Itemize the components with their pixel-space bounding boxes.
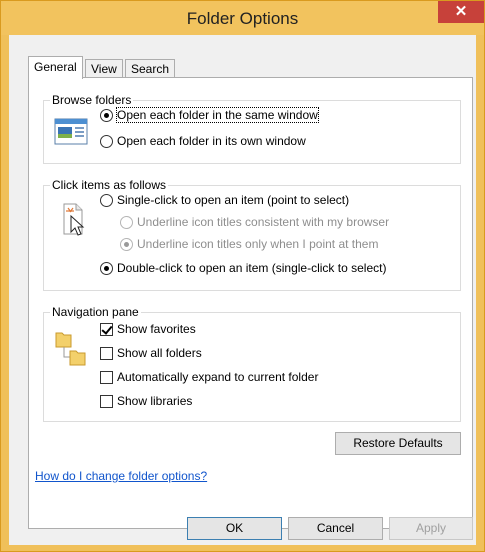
cancel-button[interactable]: Cancel	[288, 517, 383, 540]
dialog-client: General View Search Browse folders Open …	[9, 35, 476, 545]
show-libraries-checkbox[interactable]	[100, 394, 113, 408]
single-click-label: Single-click to open an item (point to s…	[117, 193, 350, 207]
apply-button[interactable]: Apply	[389, 517, 473, 540]
double-click-option[interactable]: Double-click to open an item (single-cli…	[100, 260, 386, 276]
show-favorites-option[interactable]: Show favorites	[100, 321, 196, 337]
open-same-window-radio[interactable]	[100, 108, 113, 122]
show-all-folders-option[interactable]: Show all folders	[100, 345, 202, 361]
tab-view[interactable]: View	[85, 59, 123, 78]
underline-browser-radio[interactable]	[120, 215, 133, 229]
help-link[interactable]: How do I change folder options?	[35, 469, 207, 483]
auto-expand-label: Automatically expand to current folder	[117, 370, 319, 384]
single-click-radio[interactable]	[100, 193, 113, 207]
close-button[interactable]: ✕	[438, 1, 484, 23]
underline-point-label: Underline icon titles only when I point …	[137, 237, 379, 251]
underline-point-radio[interactable]	[120, 237, 133, 251]
underline-browser-label: Underline icon titles consistent with my…	[137, 215, 390, 229]
underline-browser-option[interactable]: Underline icon titles consistent with my…	[120, 214, 389, 230]
underline-point-option[interactable]: Underline icon titles only when I point …	[120, 236, 378, 252]
browse-window-icon	[54, 118, 88, 145]
title-bar[interactable]: Folder Options ✕	[1, 1, 484, 35]
show-favorites-checkbox[interactable]	[100, 322, 113, 336]
show-favorites-label: Show favorites	[117, 322, 196, 336]
show-libraries-option[interactable]: Show libraries	[100, 393, 192, 409]
show-all-folders-checkbox[interactable]	[100, 346, 113, 360]
double-click-label: Double-click to open an item (single-cli…	[117, 261, 387, 275]
auto-expand-option[interactable]: Automatically expand to current folder	[100, 369, 318, 385]
close-icon: ✕	[454, 3, 468, 20]
show-libraries-label: Show libraries	[117, 394, 193, 408]
browse-folders-group: Browse folders Open each folder in the s…	[43, 93, 461, 164]
show-all-folders-label: Show all folders	[117, 346, 202, 360]
tab-general[interactable]: General	[28, 56, 83, 79]
folder-options-window: Folder Options ✕ General View Search Bro…	[0, 0, 485, 552]
open-same-window-option[interactable]: Open each folder in the same window	[100, 107, 319, 123]
click-items-legend: Click items as follows	[50, 178, 169, 192]
ok-button[interactable]: OK	[187, 517, 282, 540]
folder-tree-icon	[55, 332, 86, 366]
single-click-option[interactable]: Single-click to open an item (point to s…	[100, 192, 349, 208]
browse-folders-legend: Browse folders	[50, 93, 134, 107]
pointer-click-icon	[63, 203, 85, 236]
restore-defaults-button[interactable]: Restore Defaults	[335, 432, 461, 455]
open-own-window-radio[interactable]	[100, 134, 113, 148]
open-same-window-label: Open each folder in the same window	[116, 107, 319, 123]
open-own-window-label: Open each folder in its own window	[117, 134, 306, 148]
click-items-group: Click items as follows Single-click to o…	[43, 178, 461, 291]
open-own-window-option[interactable]: Open each folder in its own window	[100, 133, 306, 149]
general-tab-page: Browse folders Open each folder in the s…	[28, 77, 473, 529]
window-title: Folder Options	[186, 9, 299, 28]
navigation-pane-group: Navigation pane Show favorites Show all …	[43, 305, 461, 422]
auto-expand-checkbox[interactable]	[100, 370, 113, 384]
tab-search[interactable]: Search	[125, 59, 176, 78]
double-click-radio[interactable]	[100, 261, 113, 275]
navigation-pane-legend: Navigation pane	[50, 305, 141, 319]
